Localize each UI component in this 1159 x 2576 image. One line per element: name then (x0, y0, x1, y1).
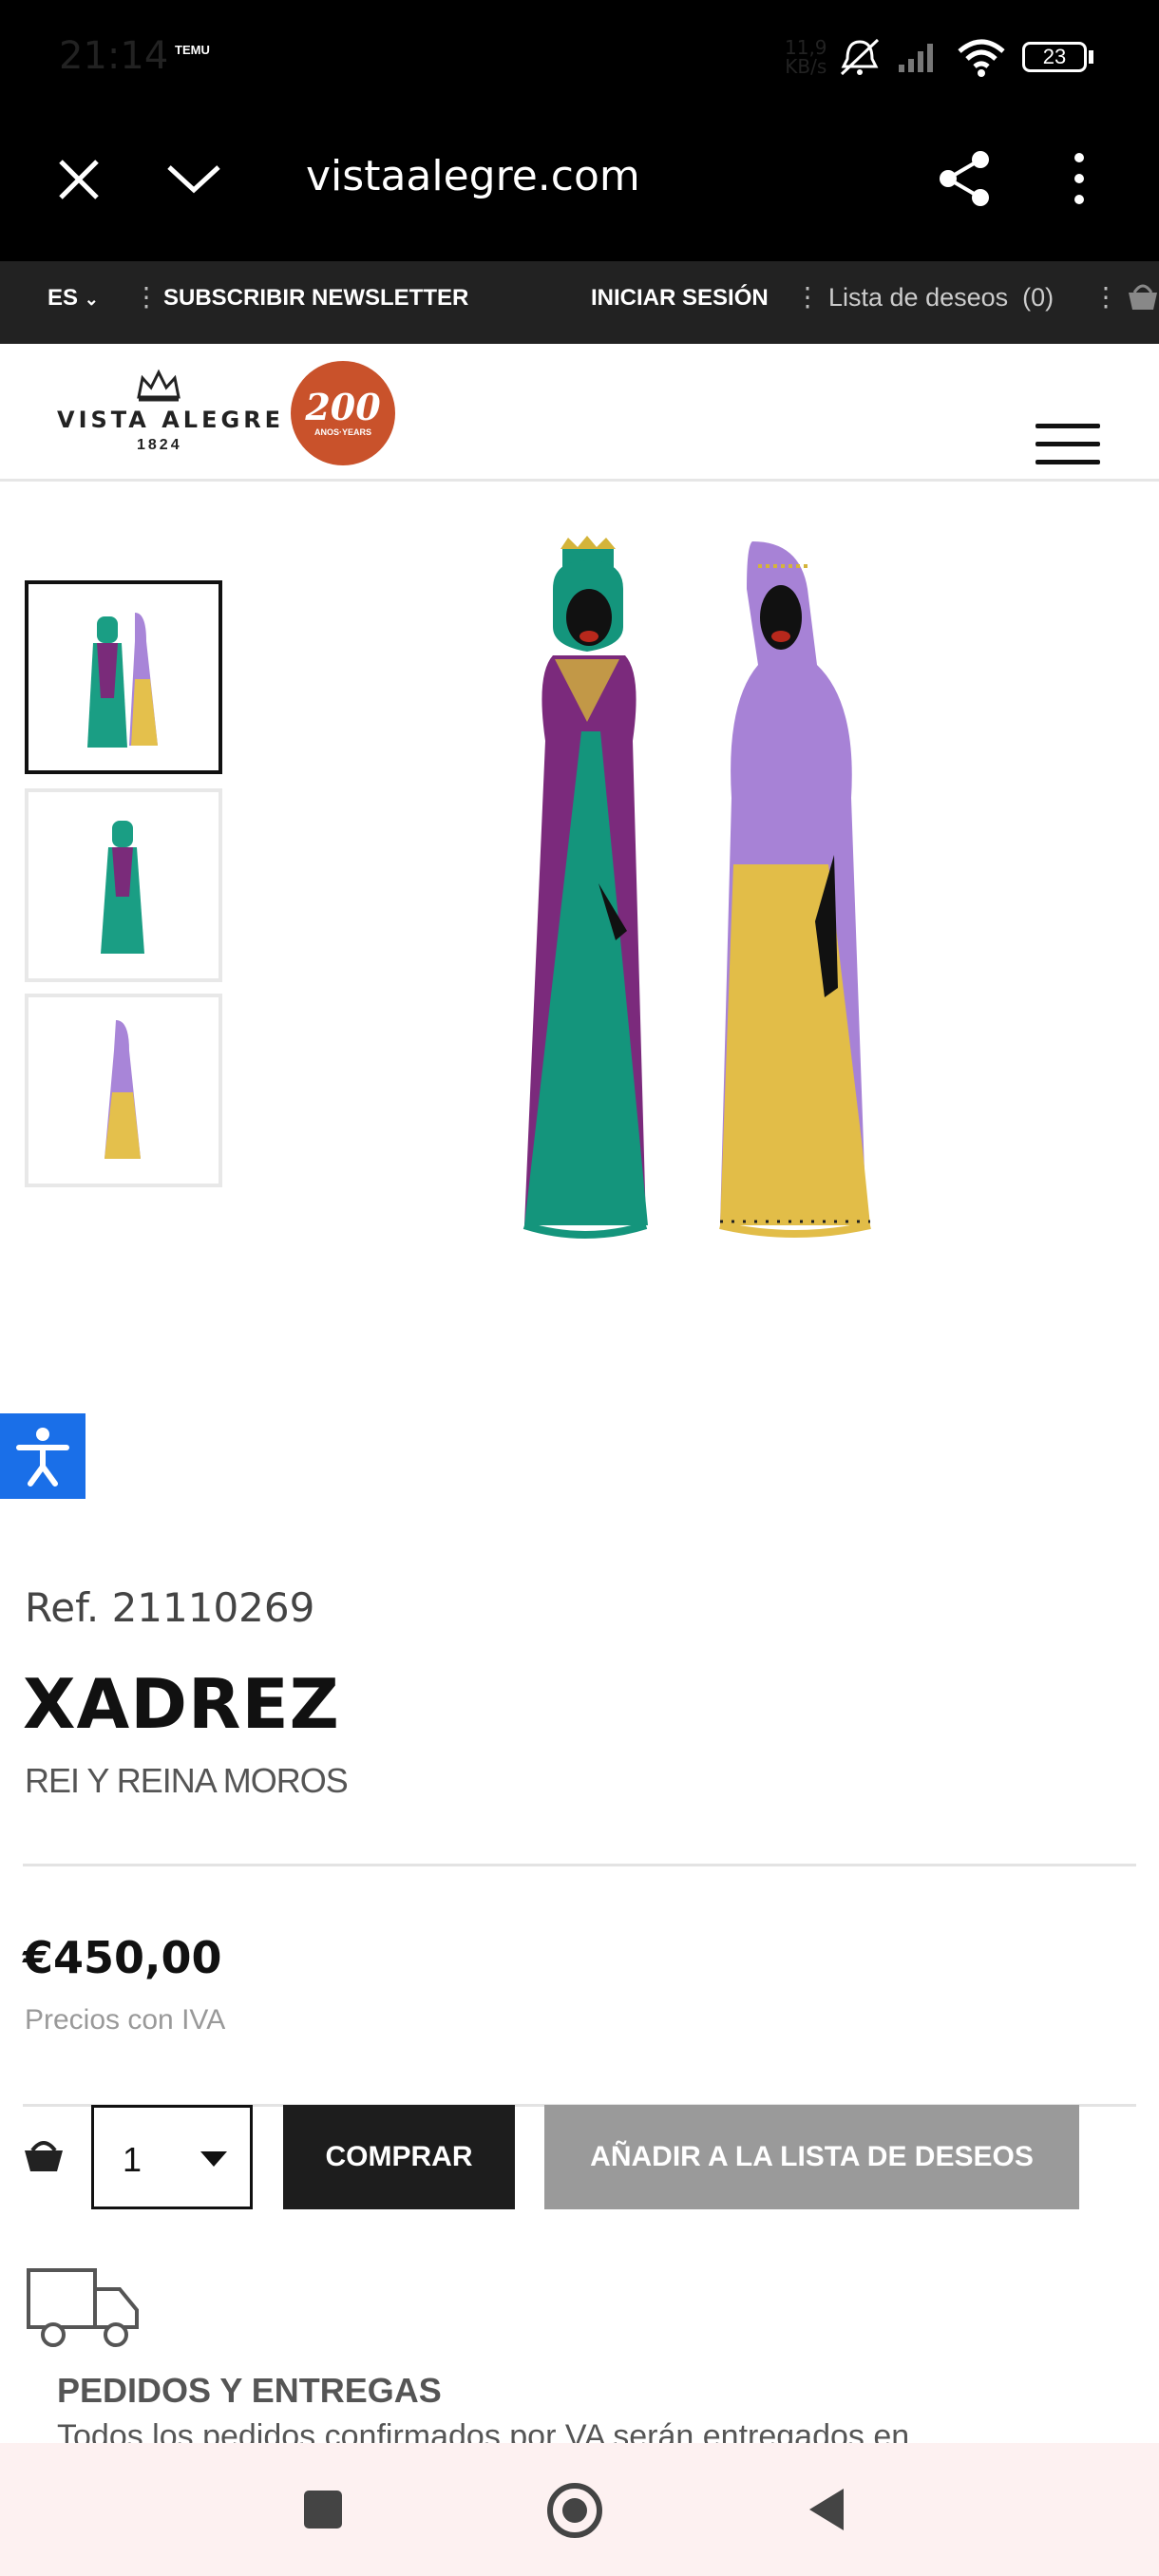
muted-bell-icon (840, 38, 880, 76)
thumbnail-queen[interactable] (25, 994, 222, 1187)
anniversary-subtitle: ANOS·YEARS (314, 427, 371, 437)
signal-icon (899, 44, 933, 72)
queen-figure (719, 541, 871, 1238)
wishlist-count: (0) (1022, 283, 1054, 312)
thumbnail-king[interactable] (25, 788, 222, 982)
menu-bar (1036, 460, 1100, 464)
caret-down-icon (200, 2151, 227, 2167)
queen-piece-image (104, 1020, 141, 1159)
recent-apps-icon[interactable] (304, 2491, 342, 2529)
share-icon[interactable] (935, 148, 996, 209)
delivery-truck-icon (27, 2268, 139, 2347)
accessibility-icon (16, 1428, 69, 1487)
close-icon[interactable] (55, 156, 103, 203)
product-reference: Ref. 21110269 (25, 1584, 315, 1631)
chevron-down-icon[interactable] (165, 160, 222, 198)
delivery-title: PEDIDOS Y ENTREGAS (57, 2371, 442, 2410)
accessibility-button[interactable] (0, 1413, 86, 1499)
battery-level: 23 (1042, 45, 1067, 68)
newsletter-link[interactable]: SUBSCRIBIR NEWSLETTER (163, 285, 468, 312)
back-icon[interactable] (806, 2485, 847, 2534)
anniversary-number: 200 (305, 386, 381, 428)
basket-icon[interactable] (1127, 279, 1159, 313)
wishlist-label: Lista de deseos (828, 283, 1009, 312)
battery-tip (1089, 50, 1093, 64)
chess-pieces-image (87, 613, 158, 748)
product-title: XADREZ (23, 1664, 340, 1744)
chevron-double-down-icon: ⌄ (84, 290, 99, 309)
quantity-select[interactable]: 1 (91, 2105, 253, 2209)
anniversary-badge: 200 ANOS·YEARS (291, 361, 395, 465)
url-bar[interactable]: vistaalegre.com (306, 152, 640, 200)
product-main-image[interactable] (296, 484, 1085, 1311)
home-icon[interactable] (545, 2481, 604, 2540)
menu-bar (1036, 424, 1100, 428)
king-piece-image (101, 821, 144, 954)
crown-logo-icon (137, 369, 180, 402)
king-figure (522, 536, 648, 1239)
quantity-value: 1 (123, 2140, 142, 2179)
thumbnail-both-figures[interactable] (25, 580, 222, 774)
divider: ⋮ (794, 282, 821, 312)
more-options-icon[interactable] (1066, 150, 1092, 207)
buy-button[interactable]: COMPRAR (283, 2105, 515, 2209)
network-speed: 11,9 KB/s (785, 38, 827, 76)
wifi-icon (958, 39, 1005, 77)
battery-icon: 23 (1022, 42, 1087, 72)
login-link[interactable]: INICIAR SESIÓN (591, 285, 769, 312)
brand-year: 1824 (137, 437, 182, 453)
menu-bar (1036, 442, 1100, 446)
chess-king-queen-illustration (522, 536, 871, 1239)
language-label: ES (48, 285, 79, 311)
network-speed-unit: KB/s (785, 55, 827, 78)
divider (23, 1864, 1136, 1866)
add-to-wishlist-button[interactable]: AÑADIR A LA LISTA DE DESEOS (544, 2105, 1079, 2209)
notification-badge: TEMU (175, 43, 210, 57)
language-selector[interactable]: ES ⌄ (48, 285, 99, 312)
product-price: €450,00 (23, 1932, 222, 1983)
product-subtitle: REI Y REINA MOROS (25, 1761, 349, 1800)
network-speed-value: 11,9 (785, 36, 827, 59)
status-time: 21:14 (59, 34, 169, 78)
menu-icon[interactable] (1036, 422, 1100, 467)
vat-note: Precios con IVA (25, 2004, 226, 2036)
wishlist-link[interactable]: Lista de deseos (0) (828, 283, 1054, 313)
divider: ⋮ (133, 282, 160, 312)
brand-logo-text[interactable]: VISTA ALEGRE (57, 407, 284, 433)
divider: ⋮ (1092, 282, 1119, 312)
basket-icon (25, 2141, 63, 2171)
